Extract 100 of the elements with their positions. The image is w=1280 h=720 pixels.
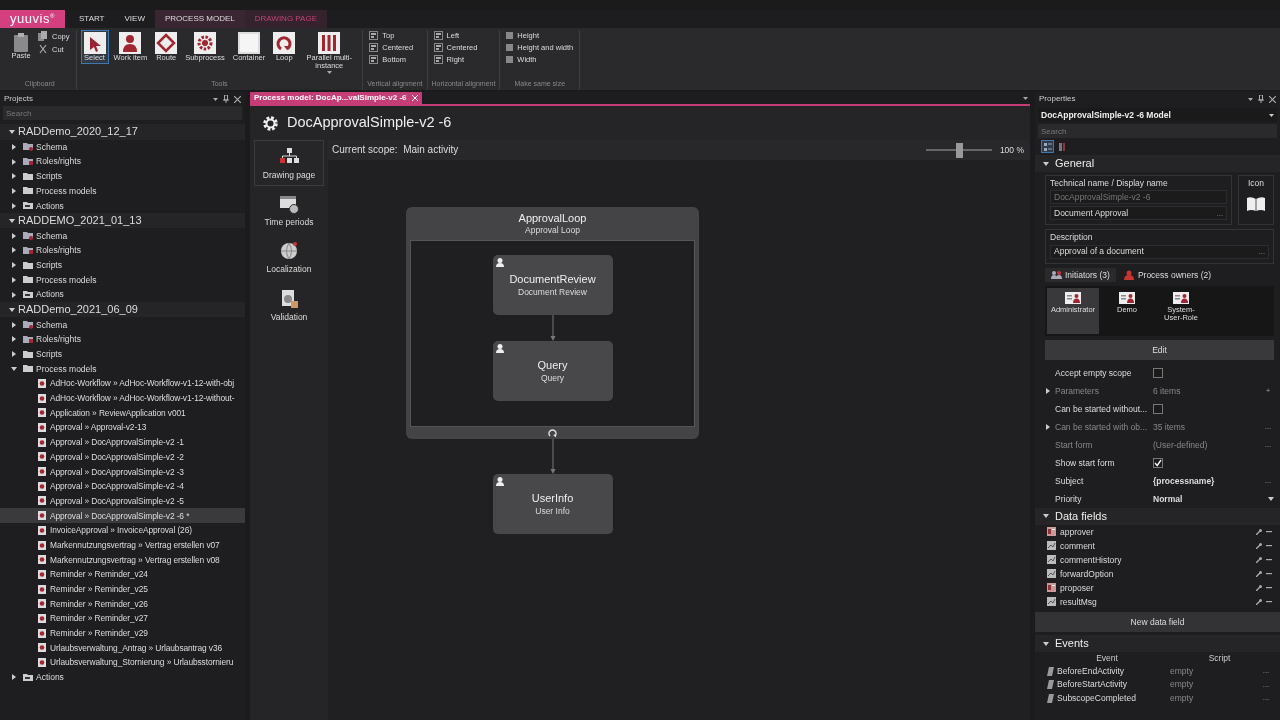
tree-item[interactable]: Approval » DocApprovalSimple-v2 -1: [0, 434, 245, 450]
expander-icon[interactable]: [1043, 640, 1049, 647]
expander-icon[interactable]: [11, 187, 17, 194]
process-node[interactable]: UserInfo User Info: [492, 474, 613, 534]
tree-item[interactable]: Reminder » Reminder_v25: [0, 581, 245, 597]
edit-button[interactable]: Edit: [1045, 339, 1274, 360]
ribbon-tab[interactable]: START: [69, 10, 115, 28]
tree-item[interactable]: Process models: [0, 183, 245, 199]
tree-item[interactable]: Scripts: [0, 257, 245, 273]
tree-item[interactable]: Urlaubsverwaltung_Stornierung » Urlaubsstornieru: [0, 655, 245, 670]
nav-item[interactable]: Validation: [254, 281, 324, 328]
tree-item[interactable]: Approval » DocApprovalSimple-v2 -5: [0, 493, 245, 509]
tree-item[interactable]: Urlaubsverwaltung_Antrag » Urlaubsantrag v36: [0, 640, 245, 656]
ribbon-tab[interactable]: PROCESS MODEL: [154, 10, 245, 28]
expander-icon[interactable]: [11, 247, 17, 254]
technical-name-field[interactable]: DocApprovalSimple-v2 -6: [1050, 190, 1227, 205]
tree-item[interactable]: Schema: [0, 317, 245, 333]
expander-icon[interactable]: [11, 158, 17, 165]
tree-item[interactable]: Process models: [0, 272, 245, 288]
search-field[interactable]: Search: [3, 106, 242, 120]
ellipsis-button[interactable]: ...: [1262, 475, 1274, 486]
tree-item[interactable]: Schema: [0, 139, 245, 155]
tree-item[interactable]: Application » ReviewApplication v001: [0, 405, 245, 421]
nav-item[interactable]: Time periods: [254, 187, 324, 234]
close-icon[interactable]: [234, 95, 241, 103]
caret-icon[interactable]: [1268, 496, 1274, 501]
tree-item[interactable]: Schema: [0, 228, 245, 244]
expander-icon[interactable]: [9, 306, 15, 313]
section-header[interactable]: Data fields: [1035, 507, 1280, 525]
tree-item[interactable]: Approval » Approval-v2-13: [0, 420, 245, 435]
ellipsis-button[interactable]: ...: [1260, 693, 1272, 703]
checkbox[interactable]: [1153, 403, 1163, 414]
section-header[interactable]: Events: [1035, 634, 1280, 653]
ellipsis-button[interactable]: ...: [1260, 666, 1272, 676]
slider-thumb[interactable]: [955, 142, 963, 158]
tree-item[interactable]: AdHoc-Workflow » AdHoc-Workflow-v1-12-with-obj: [0, 376, 245, 391]
tree-item[interactable]: Scripts: [0, 168, 245, 184]
expander-icon[interactable]: [1043, 160, 1049, 167]
tree-item[interactable]: Approval » DocApprovalSimple-v2 -4: [0, 478, 245, 494]
expander-icon[interactable]: [11, 321, 17, 328]
wrench-icon[interactable]: [1256, 598, 1262, 605]
tree-item[interactable]: Actions: [0, 669, 245, 685]
tree-item[interactable]: RADDemo_2021_06_09: [0, 301, 245, 318]
nav-item[interactable]: Localization: [254, 234, 324, 281]
checkbox[interactable]: [1153, 367, 1163, 378]
wrench-icon[interactable]: [1256, 542, 1262, 549]
remove-icon[interactable]: [1266, 530, 1272, 533]
document-tab[interactable]: Process model: DocAp...valSimple-v2 -6: [250, 92, 422, 104]
expander-icon[interactable]: [11, 173, 17, 180]
tree-item[interactable]: RADDEMO_2021_01_13: [0, 212, 245, 229]
expander-icon[interactable]: [11, 232, 17, 239]
tab[interactable]: Process owners (2): [1117, 267, 1218, 282]
tree-item[interactable]: Reminder » Reminder_v29: [0, 625, 245, 641]
tree-item[interactable]: Reminder » Reminder_v27: [0, 611, 245, 626]
tree-item[interactable]: Roles/rights: [0, 154, 245, 169]
caret-icon[interactable]: [213, 97, 218, 101]
tree-item[interactable]: Approval » DocApprovalSimple-v2 -6 *: [0, 508, 245, 523]
tree-item[interactable]: Approval » DocApprovalSimple-v2 -2: [0, 449, 245, 465]
tree-item[interactable]: Roles/rights: [0, 243, 245, 258]
wrench-icon[interactable]: [1256, 528, 1262, 535]
object-dropdown[interactable]: DocApprovalSimple-v2 -6 Model: [1038, 108, 1277, 122]
tree-item[interactable]: Reminder » Reminder_v24: [0, 567, 245, 582]
ellipsis-button[interactable]: ...: [1260, 679, 1272, 690]
remove-icon[interactable]: [1266, 600, 1272, 603]
loop-container[interactable]: ApprovalLoop Approval Loop DocumentReview Document Review Query Query: [406, 207, 699, 439]
tree-item[interactable]: InvoiceApproval » InvoiceApproval (26): [0, 523, 245, 538]
caret-icon[interactable]: [1248, 97, 1253, 101]
expander-icon[interactable]: [11, 674, 17, 681]
expander-icon[interactable]: [1043, 513, 1049, 520]
expander-icon[interactable]: [11, 291, 17, 298]
remove-icon[interactable]: [1266, 558, 1272, 561]
tree-item[interactable]: Process models: [0, 361, 245, 377]
search-field[interactable]: Search: [1038, 124, 1277, 138]
process-node[interactable]: DocumentReview Document Review: [492, 255, 613, 315]
pin-icon[interactable]: [1258, 95, 1264, 103]
expander-icon[interactable]: [11, 262, 17, 269]
tree-item[interactable]: RADDemo_2020_12_17: [0, 124, 245, 140]
property-dropdown[interactable]: Normal: [1153, 493, 1268, 504]
wrench-icon[interactable]: [1256, 570, 1262, 577]
tree-item[interactable]: Reminder » Reminder_v26: [0, 596, 245, 612]
checkbox[interactable]: [1153, 457, 1163, 468]
remove-icon[interactable]: [1266, 572, 1272, 575]
expander-icon[interactable]: [11, 202, 17, 209]
caret-icon[interactable]: [1023, 97, 1028, 100]
tree-item[interactable]: Actions: [0, 198, 245, 213]
expander-icon[interactable]: [11, 365, 17, 372]
remove-icon[interactable]: [1266, 544, 1272, 547]
tree-item[interactable]: Actions: [0, 287, 245, 302]
tab[interactable]: Initiators (3): [1045, 267, 1116, 282]
expander-icon[interactable]: [11, 276, 17, 283]
expander-icon[interactable]: [11, 143, 17, 150]
expander-icon[interactable]: [9, 217, 15, 224]
tree-item[interactable]: Scripts: [0, 346, 245, 362]
wrench-icon[interactable]: [1256, 556, 1262, 563]
expander-icon[interactable]: [11, 351, 17, 358]
expander-icon[interactable]: [11, 336, 17, 343]
book-icon[interactable]: [1246, 196, 1266, 213]
close-icon[interactable]: [1269, 95, 1276, 103]
expander-icon[interactable]: [9, 128, 15, 135]
new-data-field-button[interactable]: New data field: [1035, 611, 1280, 632]
